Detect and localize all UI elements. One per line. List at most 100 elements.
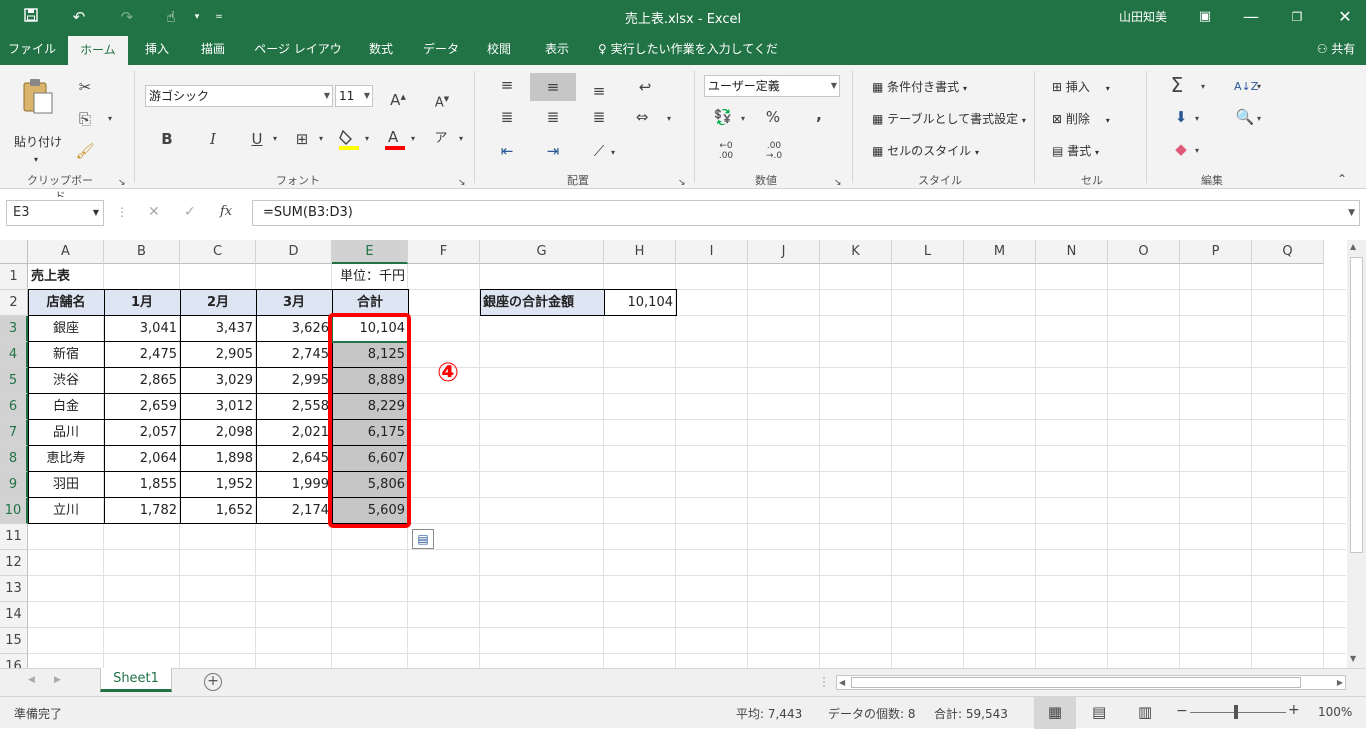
horizontal-scroll-thumb[interactable] — [851, 677, 1301, 688]
underline-button[interactable]: U — [248, 129, 266, 149]
enter-icon[interactable]: ✓ — [184, 204, 196, 220]
user-name[interactable]: 山田知美 — [1119, 8, 1167, 25]
format-as-table-button[interactable]: ▦ テーブルとして書式設定 ▾ — [872, 110, 1026, 130]
font-color-icon[interactable]: A — [384, 127, 406, 156]
new-sheet-icon[interactable]: + — [204, 673, 222, 691]
column-header[interactable]: G — [480, 240, 604, 264]
column-header[interactable]: N — [1036, 240, 1108, 264]
data-cell[interactable]: 1,782 — [104, 498, 180, 524]
data-cell[interactable]: 渋谷 — [28, 368, 104, 394]
status-sum[interactable]: 合計: 59,543 — [934, 705, 1008, 722]
data-cell[interactable]: 1,952 — [180, 472, 256, 498]
data-cell[interactable]: 恵比寿 — [28, 446, 104, 472]
fill-dropdown-icon[interactable]: ▾ — [1192, 109, 1202, 129]
header-cell[interactable]: 1月 — [104, 290, 180, 316]
merge-dropdown-icon[interactable]: ▾ — [664, 109, 674, 129]
data-cell[interactable]: 品川 — [28, 420, 104, 446]
data-cell[interactable]: 白金 — [28, 394, 104, 420]
expand-formula-bar-icon[interactable]: ▼ — [1348, 201, 1355, 225]
insert-cells-button[interactable]: ⊞ 挿入 ▾ — [1052, 78, 1110, 98]
conditional-formatting-button[interactable]: ▦ 条件付き書式 ▾ — [872, 78, 967, 98]
tab-file[interactable]: ファイル — [6, 33, 58, 65]
normal-view-button[interactable]: ▦ — [1034, 697, 1076, 729]
unit-cell[interactable]: 単位：千円 — [300, 264, 408, 290]
row-header[interactable]: 6 — [0, 394, 28, 420]
data-cell[interactable]: 1,855 — [104, 472, 180, 498]
phonetic-dropdown-icon[interactable]: ▾ — [456, 129, 466, 149]
column-header[interactable]: F — [408, 240, 480, 264]
row-header[interactable]: 5 — [0, 368, 28, 394]
tab-page-layout[interactable]: ページ レイアウト — [250, 33, 346, 88]
row-header[interactable]: 14 — [0, 602, 28, 628]
data-cell[interactable]: 2,745 — [256, 342, 332, 368]
name-box[interactable]: E3 ▼ — [6, 200, 104, 226]
number-format-combo[interactable]: ユーザー定義 ▼ — [704, 75, 840, 97]
borders-dropdown-icon[interactable]: ▾ — [316, 129, 326, 149]
header-cell[interactable]: 店舗名 — [28, 290, 104, 316]
tab-insert[interactable]: 挿入 — [134, 33, 180, 65]
sheet-tab-sheet1[interactable]: Sheet1 — [100, 668, 172, 692]
data-cell[interactable]: 2,475 — [104, 342, 180, 368]
data-cell[interactable]: 3,041 — [104, 316, 180, 342]
merge-center-icon[interactable]: ⇔ — [630, 107, 654, 127]
data-cell[interactable]: 2,057 — [104, 420, 180, 446]
prev-sheet-icon[interactable]: ◀ — [28, 675, 35, 685]
insert-function-button[interactable]: fx — [220, 204, 232, 219]
decrease-decimal-icon[interactable]: .00 →.0 — [760, 141, 788, 161]
data-cell[interactable]: 2,558 — [256, 394, 332, 420]
decrease-indent-icon[interactable]: ⇤ — [496, 141, 518, 161]
number-launcher-icon[interactable]: ↘ — [834, 173, 842, 193]
column-header[interactable]: B — [104, 240, 180, 264]
find-select-icon[interactable]: 🔍 — [1234, 107, 1256, 127]
data-cell[interactable]: 立川 — [28, 498, 104, 524]
clear-icon[interactable]: ◆ — [1170, 139, 1192, 159]
vertical-scroll-thumb[interactable] — [1350, 257, 1363, 553]
zoom-out-icon[interactable]: − — [1176, 703, 1188, 719]
middle-align-icon[interactable]: ≡ — [530, 73, 576, 101]
zoom-in-icon[interactable]: + — [1288, 702, 1300, 718]
format-painter-icon[interactable]: 🖌 — [74, 141, 96, 161]
data-cell[interactable]: 1,652 — [180, 498, 256, 524]
column-header[interactable]: A — [28, 240, 104, 264]
data-cell[interactable]: 2,905 — [180, 342, 256, 368]
zoom-slider[interactable] — [1190, 712, 1286, 713]
orientation-dropdown-icon[interactable]: ▾ — [608, 143, 618, 163]
minimize-icon[interactable]: — — [1240, 7, 1262, 27]
tab-view[interactable]: 表示 — [534, 33, 580, 65]
orientation-icon[interactable]: ⟋ — [588, 141, 610, 161]
fill-color-dropdown-icon[interactable]: ▾ — [362, 129, 372, 149]
close-icon[interactable]: ✕ — [1334, 7, 1356, 27]
underline-dropdown-icon[interactable]: ▾ — [270, 129, 280, 149]
vertical-scrollbar[interactable]: ▲ ▼ — [1347, 240, 1366, 668]
row-header[interactable]: 8 — [0, 446, 28, 472]
column-header[interactable]: P — [1180, 240, 1252, 264]
percent-style-button[interactable]: % — [762, 107, 784, 127]
copy-icon[interactable]: ⎘ — [74, 109, 96, 129]
scroll-right-icon[interactable]: ▶ — [1337, 676, 1343, 689]
lookup-label-cell[interactable]: 銀座の合計金額 — [480, 290, 604, 316]
font-size-combo[interactable]: 11 ▼ — [335, 85, 373, 107]
paste-icon[interactable] — [18, 77, 58, 117]
cell-styles-button[interactable]: ▦ セルのスタイル ▾ — [872, 142, 979, 162]
decrease-font-size-icon[interactable]: A▼ — [432, 89, 452, 113]
page-break-view-icon[interactable]: ▥ — [1138, 703, 1152, 721]
tell-me-search[interactable]: ♀ 実行したい作業を入力してください — [598, 33, 778, 88]
font-color-dropdown-icon[interactable]: ▾ — [408, 129, 418, 149]
row-header[interactable]: 2 — [0, 290, 28, 316]
lookup-value-cell[interactable]: 10,104 — [604, 290, 676, 316]
column-header[interactable]: H — [604, 240, 676, 264]
row-header[interactable]: 1 — [0, 264, 28, 290]
clipboard-launcher-icon[interactable]: ↘ — [118, 173, 126, 193]
sheet-title-cell[interactable]: 売上表 — [28, 264, 178, 290]
increase-indent-icon[interactable]: ⇥ — [542, 141, 564, 161]
data-cell[interactable]: 銀座 — [28, 316, 104, 342]
accounting-dropdown-icon[interactable]: ▾ — [738, 109, 748, 129]
header-cell[interactable]: 2月 — [180, 290, 256, 316]
scroll-up-icon[interactable]: ▲ — [1350, 242, 1356, 251]
alignment-launcher-icon[interactable]: ↘ — [678, 173, 686, 193]
row-header[interactable]: 16 — [0, 654, 28, 668]
data-cell[interactable]: 3,437 — [180, 316, 256, 342]
scroll-down-icon[interactable]: ▼ — [1350, 654, 1356, 663]
data-cell[interactable]: 新宿 — [28, 342, 104, 368]
tab-review[interactable]: 校閲 — [476, 33, 522, 65]
